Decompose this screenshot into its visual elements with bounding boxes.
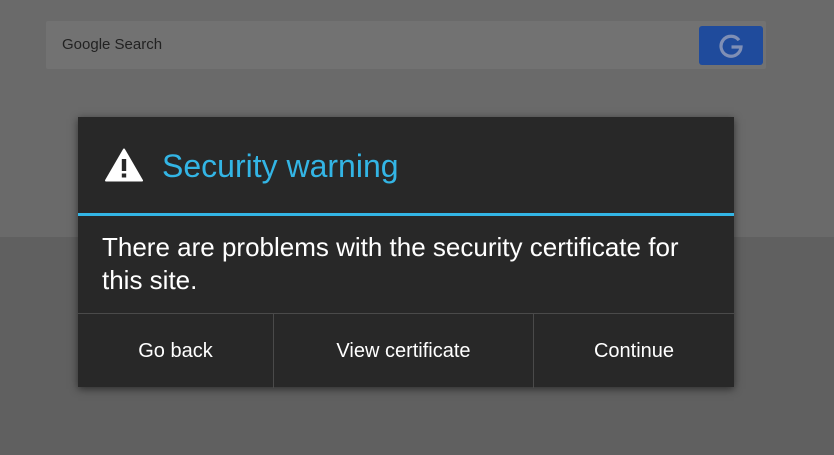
view-certificate-button[interactable]: View certificate <box>274 314 534 388</box>
dialog-title: Security warning <box>162 148 399 184</box>
google-g-icon <box>719 34 743 58</box>
security-warning-dialog: Security warning There are problems with… <box>78 117 734 388</box>
continue-button[interactable]: Continue <box>534 314 734 388</box>
search-bar <box>46 21 766 69</box>
dialog-message: There are problems with the security cer… <box>102 232 679 295</box>
go-back-button[interactable]: Go back <box>78 314 274 388</box>
search-button[interactable] <box>699 26 763 65</box>
browser-page: Security warning There are problems with… <box>0 0 834 455</box>
dialog-button-row: Go back View certificate Continue <box>78 313 734 388</box>
title-divider <box>78 213 734 216</box>
warning-triangle-icon <box>105 148 143 182</box>
search-input[interactable] <box>62 21 662 69</box>
dialog-header: Security warning <box>78 117 734 213</box>
